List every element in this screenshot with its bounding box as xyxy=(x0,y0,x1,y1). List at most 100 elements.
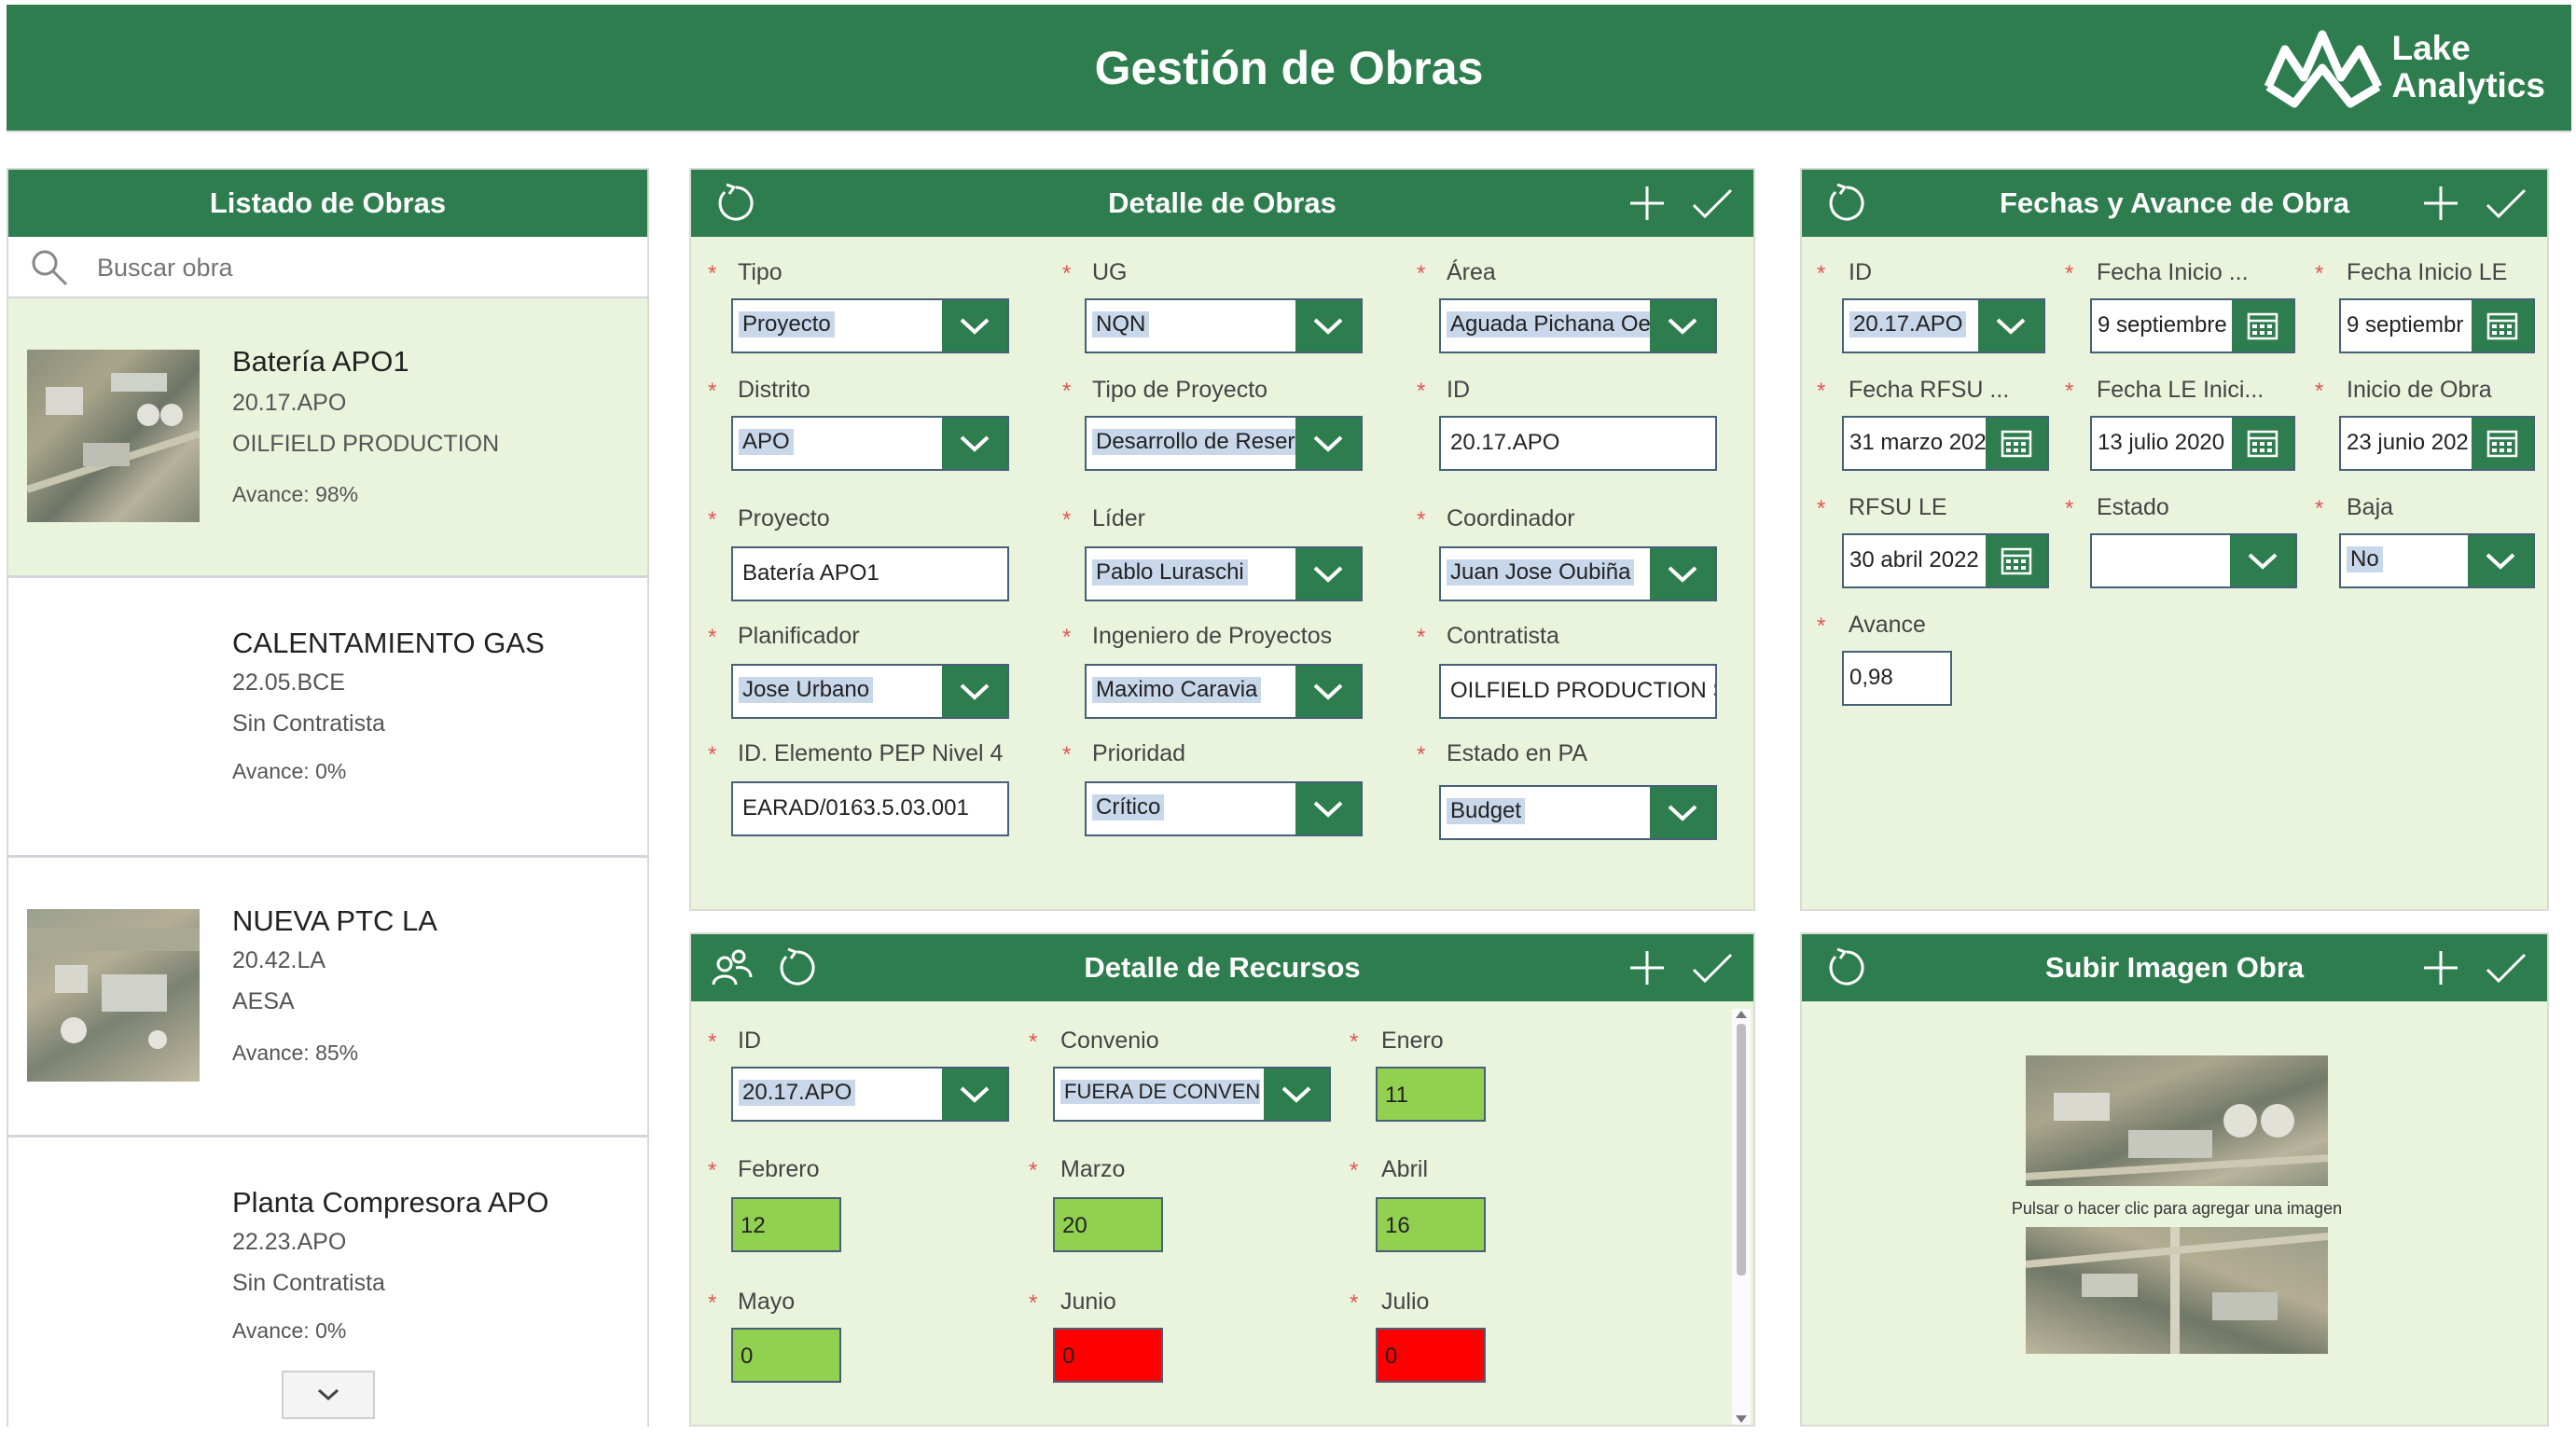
julio-input[interactable]: 0 xyxy=(1376,1328,1486,1383)
distrito-dropdown[interactable]: APO xyxy=(731,416,1009,471)
estado-pa-dropdown-button[interactable] xyxy=(1650,787,1715,838)
list-item[interactable]: CALENTAMIENTO GAS 22.05.BCE Sin Contrati… xyxy=(8,578,647,858)
scroll-down-arrow-icon[interactable] xyxy=(1736,1415,1747,1423)
febrero-input[interactable]: 12 xyxy=(731,1197,841,1252)
fecha-inicio-le-calendar-button[interactable] xyxy=(2472,300,2533,352)
area-dropdown-button[interactable] xyxy=(1650,300,1715,352)
ug-dropdown-button[interactable] xyxy=(1295,300,1361,352)
coordinador-value: Juan Jose Oubiña xyxy=(1447,559,1635,586)
febrero-label: Febrero xyxy=(738,1156,820,1182)
add-icon[interactable] xyxy=(1623,944,1671,992)
fecha-rfsu-calendar-button[interactable] xyxy=(1986,418,2047,469)
fecha-rfsu-datepicker[interactable]: 31 marzo 202 xyxy=(1842,416,2049,471)
prioridad-dropdown[interactable]: Crítico xyxy=(1085,781,1363,836)
fecha-inicio-value: 9 septiembre xyxy=(2098,312,2227,338)
add-icon[interactable] xyxy=(1623,179,1671,228)
junio-input[interactable]: 0 xyxy=(1053,1328,1163,1383)
contratista-input[interactable]: OILFIELD PRODUCTION SER xyxy=(1439,664,1717,719)
tipo-dropdown[interactable]: Proyecto xyxy=(731,298,1009,353)
recurso-id-dropdown[interactable]: 20.17.APO xyxy=(731,1067,1009,1122)
inicio-obra-datepicker[interactable]: 23 junio 202 xyxy=(2339,416,2535,471)
area-dropdown[interactable]: Aguada Pichana Oes xyxy=(1439,298,1717,353)
mayo-label: Mayo xyxy=(738,1289,796,1315)
convenio-label: Convenio xyxy=(1060,1027,1159,1054)
convenio-dropdown[interactable]: FUERA DE CONVENIO xyxy=(1053,1067,1331,1122)
rfsu-le-calendar-button[interactable] xyxy=(1986,535,2047,586)
id-input[interactable]: 20.17.APO xyxy=(1439,416,1717,471)
fecha-le-inici-datepicker[interactable]: 13 julio 2020 xyxy=(2090,416,2295,471)
coordinador-dropdown-button[interactable] xyxy=(1650,548,1715,600)
obra-title: Batería APO1 xyxy=(232,345,409,378)
distrito-dropdown-button[interactable] xyxy=(942,418,1007,469)
tipo-dropdown-button[interactable] xyxy=(942,300,1007,352)
fechas-id-dropdown-button[interactable] xyxy=(1978,300,2043,352)
ingeniero-dropdown-button[interactable] xyxy=(1295,666,1361,717)
scroll-down-button[interactable] xyxy=(282,1371,375,1419)
chevron-down-icon xyxy=(1281,1086,1311,1103)
avance-input[interactable]: 0,98 xyxy=(1842,651,1952,706)
fecha-inicio-datepicker[interactable]: 9 septiembre xyxy=(2090,298,2295,353)
list-item[interactable]: NUEVA PTC LA 20.42.LA AESA Avance: 85% xyxy=(8,858,647,1138)
lider-dropdown-button[interactable] xyxy=(1295,548,1361,600)
inicio-obra-calendar-button[interactable] xyxy=(2472,418,2533,469)
tipo-proyecto-dropdown-button[interactable] xyxy=(1295,418,1361,469)
chevron-down-icon xyxy=(1313,801,1343,818)
convenio-dropdown-button[interactable] xyxy=(1264,1069,1329,1120)
area-label: Área xyxy=(1447,259,1496,285)
fecha-inicio-le-datepicker[interactable]: 9 septiembr xyxy=(2339,298,2535,353)
list-item[interactable]: Batería APO1 20.17.APO OILFIELD PRODUCTI… xyxy=(8,298,647,578)
junio-label: Junio xyxy=(1060,1289,1116,1315)
fecha-inicio-calendar-button[interactable] xyxy=(2232,300,2293,352)
distrito-label: Distrito xyxy=(738,377,810,403)
marzo-input[interactable]: 20 xyxy=(1053,1197,1163,1252)
estado-pa-label: Estado en PA xyxy=(1447,740,1588,766)
obra-thumbnail xyxy=(27,909,200,1082)
fecha-le-inici-label: Fecha LE Inici... xyxy=(2097,377,2264,403)
febrero-value: 12 xyxy=(741,1213,766,1238)
save-check-icon[interactable] xyxy=(2482,944,2530,992)
search-bar[interactable] xyxy=(8,237,647,298)
ug-dropdown[interactable]: NQN xyxy=(1085,298,1363,353)
mayo-input[interactable]: 0 xyxy=(731,1328,841,1383)
save-check-icon[interactable] xyxy=(1688,944,1737,992)
chevron-down-icon xyxy=(960,435,990,452)
julio-label: Julio xyxy=(1381,1289,1430,1315)
add-icon[interactable] xyxy=(2417,944,2465,992)
search-icon xyxy=(32,250,68,286)
proyecto-input[interactable]: Batería APO1 xyxy=(731,546,1009,601)
planificador-dropdown[interactable]: Jose Urbano xyxy=(731,664,1009,719)
scrollbar-thumb[interactable] xyxy=(1737,1024,1746,1276)
ug-value: NQN xyxy=(1092,311,1150,338)
fecha-le-inici-calendar-button[interactable] xyxy=(2232,418,2293,469)
fechas-id-dropdown[interactable]: 20.17.APO xyxy=(1842,298,2045,353)
id-value: 20.17.APO xyxy=(1450,430,1560,455)
abril-input[interactable]: 16 xyxy=(1376,1197,1486,1252)
tipo-proyecto-dropdown[interactable]: Desarrollo de Reserv xyxy=(1085,416,1363,471)
coordinador-dropdown[interactable]: Juan Jose Oubiña xyxy=(1439,546,1717,601)
save-check-icon[interactable] xyxy=(1688,179,1737,228)
enero-input[interactable]: 11 xyxy=(1376,1067,1486,1122)
estado-dropdown-button[interactable] xyxy=(2230,535,2295,586)
lider-dropdown[interactable]: Pablo Luraschi xyxy=(1085,546,1363,601)
save-check-icon[interactable] xyxy=(2482,179,2530,228)
ingeniero-dropdown[interactable]: Maximo Caravia xyxy=(1085,664,1363,719)
fechas-id-value: 20.17.APO xyxy=(1849,311,1967,338)
estado-pa-dropdown[interactable]: Budget xyxy=(1439,785,1717,840)
add-icon[interactable] xyxy=(2417,179,2465,228)
upload-hint: Pulsar o hacer clic para agregar una ima… xyxy=(2011,1199,2343,1218)
prioridad-dropdown-button[interactable] xyxy=(1295,783,1361,834)
scroll-up-arrow-icon[interactable] xyxy=(1736,1011,1747,1018)
image-upload-area[interactable]: Pulsar o hacer clic para agregar una ima… xyxy=(2012,1055,2342,1354)
baja-dropdown-button[interactable] xyxy=(2468,535,2533,586)
calendar-icon xyxy=(2486,430,2518,457)
pep-input[interactable]: EARAD/0163.5.03.001 xyxy=(731,781,1009,836)
search-input[interactable] xyxy=(97,248,619,287)
recurso-id-dropdown-button[interactable] xyxy=(942,1069,1007,1120)
baja-dropdown[interactable]: No xyxy=(2339,533,2535,588)
estado-dropdown[interactable] xyxy=(2090,533,2297,588)
chevron-down-icon xyxy=(2486,553,2515,570)
rfsu-le-datepicker[interactable]: 30 abril 2022 xyxy=(1842,533,2049,588)
recursos-scrollbar[interactable] xyxy=(1732,1009,1751,1425)
planificador-dropdown-button[interactable] xyxy=(942,666,1007,717)
marzo-value: 20 xyxy=(1062,1213,1087,1238)
